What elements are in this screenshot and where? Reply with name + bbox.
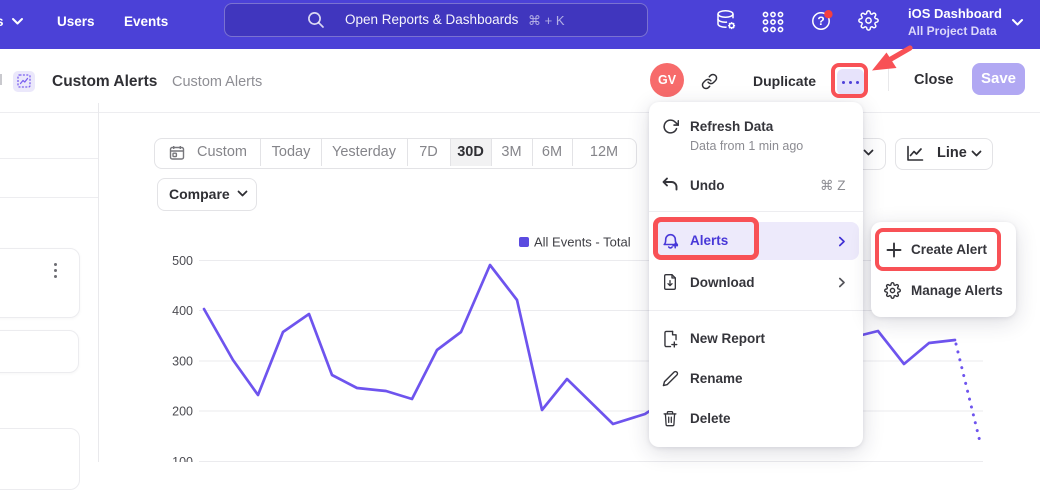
svg-text:100: 100	[172, 455, 193, 462]
svg-text:200: 200	[172, 405, 193, 419]
svg-text:500: 500	[172, 254, 193, 268]
svg-text:400: 400	[172, 304, 193, 318]
svg-text:300: 300	[172, 355, 193, 369]
svg-text:All Events - Total: All Events - Total	[534, 235, 631, 250]
